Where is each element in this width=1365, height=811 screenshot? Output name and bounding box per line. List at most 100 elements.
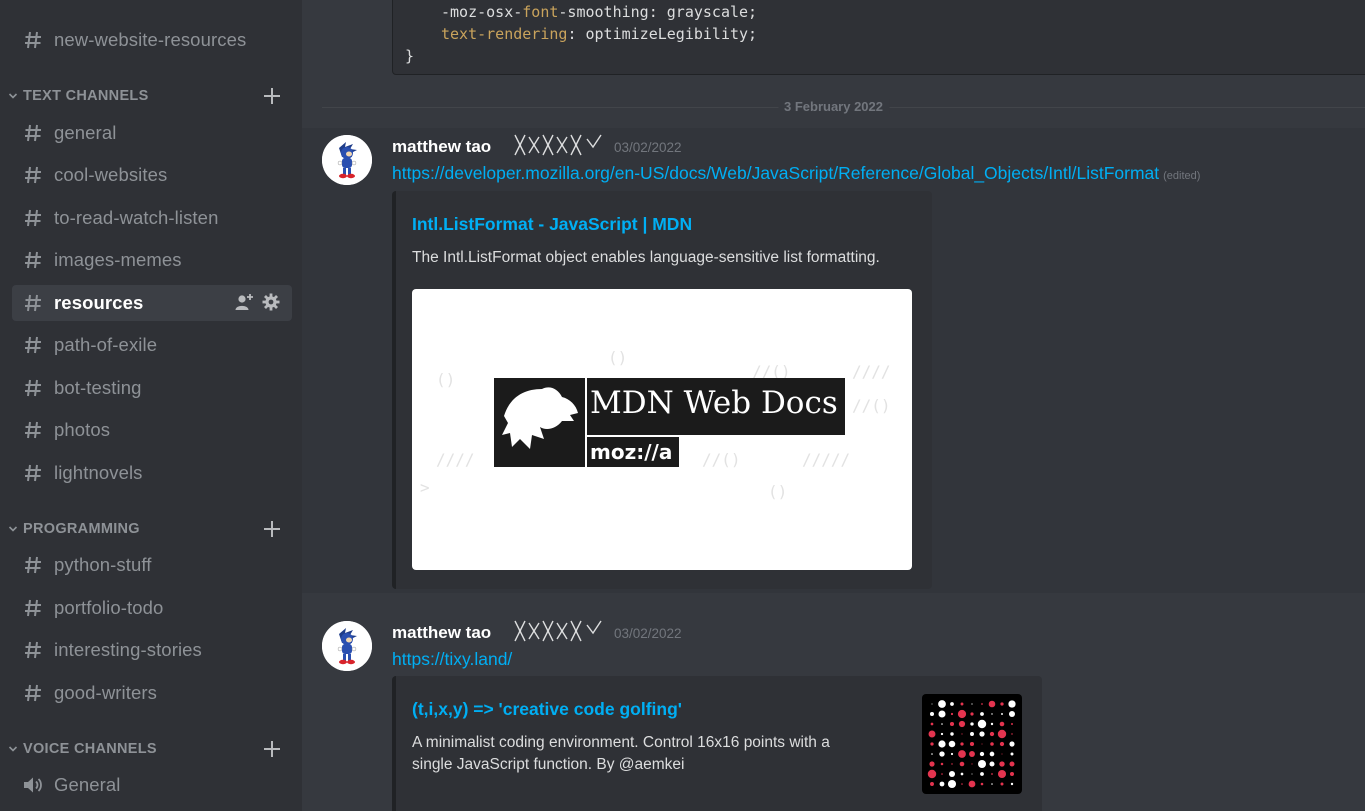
svg-text://///: ///// — [802, 450, 850, 469]
tixy-dot — [950, 712, 954, 716]
svg-text:(): () — [436, 370, 455, 389]
tixy-dot — [938, 710, 946, 718]
embed-title[interactable]: (t,i,x,y) => 'creative code golfing' — [412, 699, 682, 720]
create-channel-icon[interactable] — [262, 519, 282, 539]
tixy-dot — [1009, 771, 1015, 777]
message[interactable]: matthew tao 03/02/2022 https://developer… — [302, 128, 1365, 593]
tixy-dot — [959, 761, 965, 767]
tixy-dot — [1008, 710, 1016, 718]
tixy-dot — [997, 729, 1007, 739]
channel-name: python-stuff — [54, 554, 152, 575]
tixy-dot — [960, 742, 964, 746]
tixy-dot — [969, 741, 975, 747]
channel-name: portfolio-todo — [54, 597, 164, 618]
voice-channel-general[interactable]: General — [12, 767, 292, 803]
category-label: PROGRAMMING — [23, 521, 140, 537]
hash-icon — [22, 462, 44, 484]
tixy-dot — [980, 772, 984, 776]
tixy-dot — [999, 721, 1005, 727]
channel-lightnovels[interactable]: lightnovels — [12, 455, 292, 491]
embed-image[interactable]: () () //() //// //() //// //() ///// > (… — [412, 289, 912, 570]
tixy-dot — [950, 732, 954, 736]
channel-cool-websites[interactable]: cool-websites — [12, 157, 292, 193]
tixy-dot — [970, 732, 974, 736]
channel-python-stuff[interactable]: python-stuff — [12, 547, 292, 583]
channel-name: photos — [54, 419, 111, 440]
tixy-dot — [990, 722, 994, 726]
message-link[interactable]: https://developer.mozilla.org/en-US/docs… — [392, 163, 1200, 184]
hash-icon — [22, 554, 44, 576]
message-author[interactable]: matthew tao — [392, 137, 491, 157]
category-text-channels[interactable]: TEXT CHANNELS — [8, 85, 294, 107]
hash-icon — [22, 29, 44, 51]
message-link[interactable]: https://tixy.land/ — [392, 649, 512, 670]
tixy-dot — [999, 761, 1005, 767]
avatar[interactable] — [322, 621, 372, 671]
tixy-dot — [939, 781, 945, 787]
channel-portfolio-todo[interactable]: portfolio-todo — [12, 590, 292, 626]
channel-name: cool-websites — [54, 164, 168, 185]
embed-title[interactable]: Intl.ListFormat - JavaScript | MDN — [412, 214, 692, 235]
embed-description-line: single JavaScript function. By @aemkei — [412, 756, 685, 773]
embed-thumbnail[interactable] — [922, 694, 1022, 794]
channel-interesting-stories[interactable]: interesting-stories — [12, 632, 292, 668]
tixy-dot — [981, 703, 983, 705]
tixy-dot — [938, 700, 946, 708]
channel-bot-testing[interactable]: bot-testing — [12, 370, 292, 406]
message-timestamp[interactable]: 03/02/2022 — [614, 140, 682, 155]
tixy-dot — [1009, 761, 1015, 767]
channel-general[interactable]: general — [12, 115, 292, 151]
hash-icon — [22, 639, 44, 661]
tixy-dot — [940, 762, 944, 766]
message[interactable]: matthew tao 03/02/2022 https://tixy.land… — [302, 614, 1365, 811]
tixy-dot — [938, 740, 946, 748]
tixy-dot — [939, 751, 945, 757]
channel-name: new-website-resources — [54, 29, 247, 50]
tixy-dot — [989, 761, 995, 767]
tixy-dot — [991, 783, 993, 785]
invite-member-icon[interactable] — [234, 293, 254, 316]
svg-text:////: //// — [436, 450, 475, 469]
channel-images-memes[interactable]: images-memes — [12, 242, 292, 278]
channel-name: to-read-watch-listen — [54, 207, 219, 228]
channel-to-read-watch-listen[interactable]: to-read-watch-listen — [12, 200, 292, 236]
channel-sidebar: new-website-resources TEXT CHANNELS gene… — [0, 0, 302, 811]
embed-description: A minimalist coding environment. Control… — [412, 732, 830, 776]
channel-name: images-memes — [54, 249, 182, 270]
gear-icon[interactable] — [262, 293, 280, 316]
avatar[interactable] — [322, 135, 372, 185]
tixy-dot — [1000, 702, 1004, 706]
category-voice-channels[interactable]: VOICE CHANNELS — [8, 738, 294, 760]
code-block: -moz-osx-font-smoothing: grayscale; text… — [392, 0, 1365, 75]
tixy-dot — [977, 719, 987, 729]
channel-resources[interactable]: resources — [12, 285, 292, 321]
channel-new-website-resources[interactable]: new-website-resources — [12, 22, 292, 58]
chevron-down-icon — [8, 743, 20, 755]
message-timestamp[interactable]: 03/02/2022 — [614, 626, 682, 641]
link-embed: Intl.ListFormat - JavaScript | MDN The I… — [392, 191, 932, 589]
tixy-dot — [930, 742, 934, 746]
tixy-dot — [971, 763, 973, 765]
create-channel-icon[interactable] — [262, 739, 282, 759]
tixy-dot — [928, 730, 936, 738]
create-channel-icon[interactable] — [262, 86, 282, 106]
tixy-dot — [1011, 733, 1013, 735]
tixy-dot — [960, 702, 964, 706]
code-keyword: font — [522, 3, 559, 21]
tixy-dot — [999, 741, 1005, 747]
message-link-text[interactable]: https://developer.mozilla.org/en-US/docs… — [392, 163, 1159, 183]
category-programming[interactable]: PROGRAMMING — [8, 518, 294, 540]
channel-name: resources — [54, 292, 144, 313]
channel-good-writers[interactable]: good-writers — [12, 675, 292, 711]
channel-path-of-exile[interactable]: path-of-exile — [12, 327, 292, 363]
channel-photos[interactable]: photos — [12, 412, 292, 448]
category-label: TEXT CHANNELS — [23, 88, 149, 104]
message-author[interactable]: matthew tao — [392, 623, 491, 643]
tixy-dot — [970, 722, 974, 726]
tixy-dot — [979, 731, 985, 737]
embed-image-logo-text: MDN Web Docs — [590, 385, 838, 421]
tixy-dot — [957, 709, 967, 719]
tixy-dot — [961, 783, 963, 785]
date-divider-label: 3 February 2022 — [777, 99, 890, 114]
channel-name: good-writers — [54, 682, 157, 703]
